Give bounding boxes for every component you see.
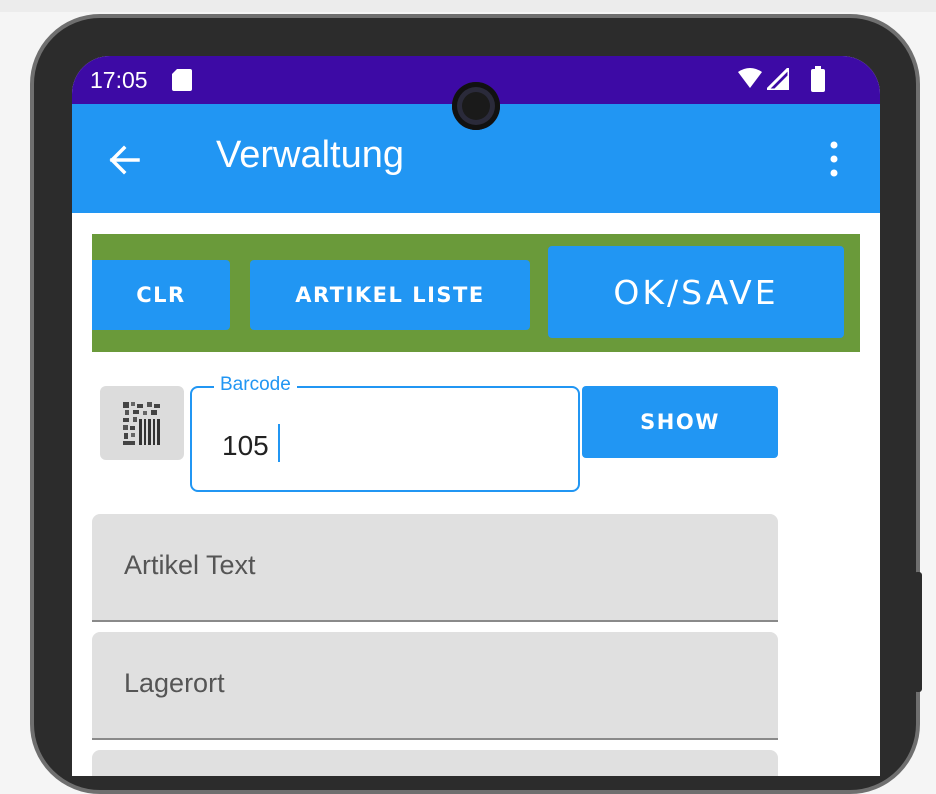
battery-icon (811, 66, 825, 92)
sd-card-icon (172, 69, 192, 91)
more-vertical-icon[interactable] (826, 140, 842, 178)
wifi-icon (738, 68, 762, 88)
clr-button[interactable]: CLR (92, 260, 230, 330)
barcode-field[interactable]: Barcode (190, 374, 580, 492)
artikel-liste-button[interactable]: ARTIKEL LISTE (250, 260, 530, 330)
arrow-left-icon[interactable] (108, 144, 140, 176)
window-top-strip (0, 0, 936, 12)
lagerort-placeholder: Lagerort (124, 668, 225, 698)
barcode-scan-button[interactable] (100, 386, 184, 460)
next-field[interactable] (92, 750, 778, 776)
action-toolbar: CLR ARTIKEL LISTE OK/SAVE (92, 234, 860, 352)
lagerort-field[interactable]: Lagerort (92, 632, 778, 740)
barcode-input[interactable] (222, 426, 552, 466)
camera-cutout (452, 82, 500, 130)
ok-save-button[interactable]: OK/SAVE (548, 246, 844, 338)
status-time: 17:05 (90, 67, 148, 93)
show-button[interactable]: SHOW (582, 386, 778, 458)
barcode-scan-icon (123, 402, 160, 445)
text-cursor (278, 424, 280, 462)
phone-side-button (914, 572, 922, 692)
barcode-label: Barcode (214, 374, 297, 396)
signal-icon (767, 68, 789, 90)
page-title: Verwaltung (216, 134, 405, 176)
phone-screen: 17:05 Verwaltung CLR ARTIKEL LISTE OK/SA (72, 56, 880, 776)
artikel-text-field[interactable]: Artikel Text (92, 514, 778, 622)
artikel-text-placeholder: Artikel Text (124, 550, 256, 580)
